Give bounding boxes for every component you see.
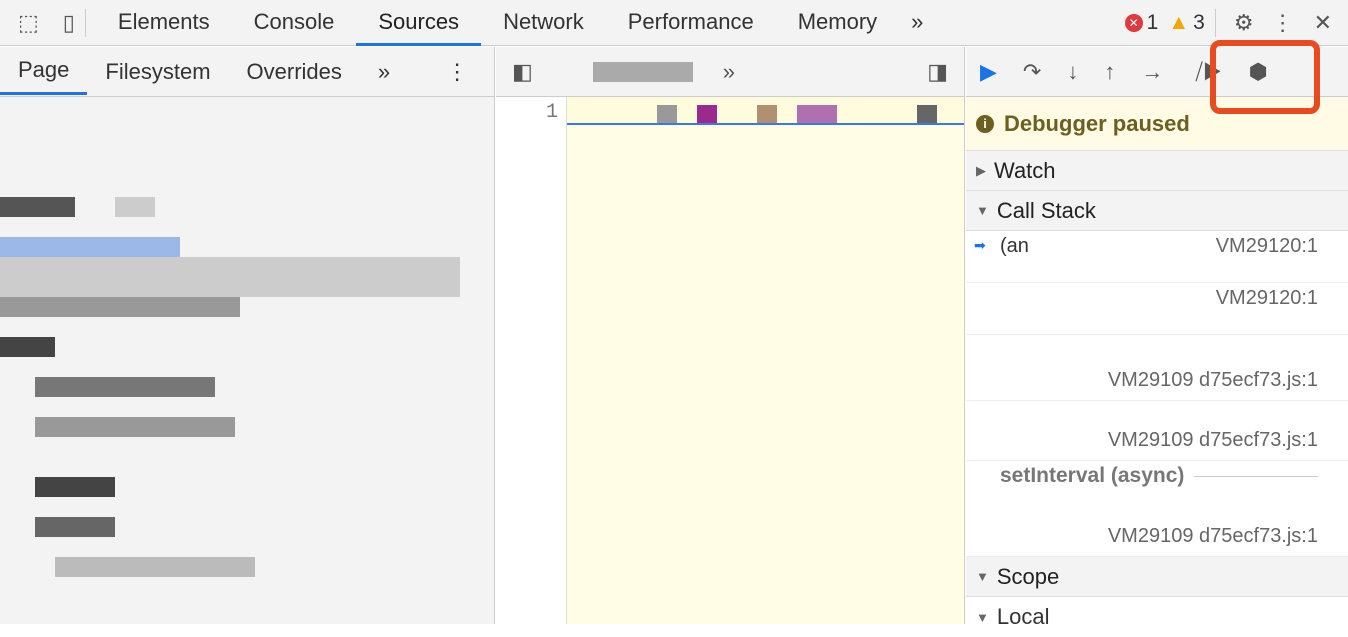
error-count: 1 [1146, 10, 1159, 34]
navigator-panel: Page Filesystem Overrides » ⋮ [0, 47, 495, 624]
more-tabs-button[interactable]: » [899, 0, 935, 46]
call-frame[interactable]: VM29109 d75ecf73.js:1 [966, 401, 1348, 461]
code-area[interactable] [567, 97, 964, 624]
editor-panel: ◧ » ◨ 1 [496, 47, 965, 624]
tab-memory[interactable]: Memory [776, 0, 899, 46]
more-tabs-button[interactable]: » [360, 59, 408, 85]
tab-overrides[interactable]: Overrides [229, 59, 360, 85]
warning-count: 3 [1193, 10, 1205, 34]
local-scope[interactable]: ▼ Local [966, 597, 1348, 637]
line-gutter: 1 [496, 97, 567, 624]
scope-title: Local [996, 604, 1050, 629]
step-out-icon[interactable]: ↑ [1104, 59, 1115, 85]
tab-page[interactable]: Page [0, 48, 88, 95]
more-vert-icon[interactable]: ⋮ [428, 59, 486, 85]
current-frame-icon: ➡ [974, 237, 986, 253]
paused-line [567, 97, 964, 125]
devtools-toolbar: ⬚ ▯ Elements Console Sources Network Per… [0, 0, 1348, 46]
debugger-sidebar: ▶ ↷ ↓ ↑ → ⧸▶ ⬢ i Debugger paused ▶ Watch ▼… [966, 47, 1348, 629]
section-title: Scope [996, 563, 1060, 589]
step-over-icon[interactable]: ↷ [1023, 59, 1041, 85]
more-tabs-button[interactable]: » [723, 59, 735, 85]
tab-elements[interactable]: Elements [96, 0, 232, 46]
frame-function: (an [1000, 235, 1029, 257]
call-frame[interactable]: VM29120:1 [966, 283, 1348, 335]
highlight-box [1210, 40, 1320, 114]
scope-section[interactable]: ▼ Scope [966, 557, 1348, 597]
collapse-icon: ▼ [976, 203, 989, 218]
error-icon: ✕ [1124, 13, 1143, 32]
toggle-debugger-icon[interactable]: ◨ [927, 59, 948, 85]
tab-sources[interactable]: Sources [356, 0, 481, 46]
frame-location[interactable]: VM29109 d75ecf73.js:1 [1108, 369, 1318, 392]
expand-icon: ▶ [976, 162, 986, 178]
close-icon[interactable]: ✕ [1314, 10, 1332, 36]
tab-network[interactable]: Network [481, 0, 606, 46]
frame-location[interactable]: VM29109 d75ecf73.js:1 [1108, 429, 1318, 452]
divider [1214, 8, 1216, 37]
navigator-tabs: Page Filesystem Overrides » ⋮ [0, 47, 494, 97]
file-tab[interactable] [592, 61, 693, 82]
editor-tabs: ◧ » ◨ [496, 47, 964, 97]
tab-performance[interactable]: Performance [606, 0, 776, 46]
step-into-icon[interactable]: ↓ [1067, 59, 1078, 85]
paused-text: Debugger paused [1004, 110, 1190, 136]
collapse-icon: ▼ [976, 609, 989, 625]
settings-icon[interactable]: ⚙ [1234, 10, 1254, 36]
toggle-navigator-icon[interactable]: ◧ [512, 59, 533, 85]
frame-location[interactable]: VM29120:1 [1216, 287, 1318, 310]
resume-icon[interactable]: ▶ [980, 59, 997, 85]
line-number: 1 [545, 101, 558, 124]
more-vert-icon[interactable]: ⋮ [1272, 10, 1294, 36]
issue-counters[interactable]: ✕ 1 ▲ 3 [1124, 10, 1205, 35]
tab-console[interactable]: Console [232, 0, 357, 46]
tab-filesystem[interactable]: Filesystem [87, 59, 228, 85]
file-tree[interactable] [0, 97, 494, 617]
frame-location[interactable]: VM29109 d75ecf73.js:1 [1108, 525, 1318, 548]
step-icon[interactable]: → [1141, 59, 1163, 85]
call-frame[interactable]: VM29109 d75ecf73.js:1 [966, 491, 1348, 557]
call-stack-section[interactable]: ▼ Call Stack [966, 191, 1348, 231]
collapse-icon: ▼ [976, 569, 989, 584]
async-separator: setInterval (async) [966, 461, 1348, 491]
call-frame[interactable]: ➡ (an VM29120:1 [966, 231, 1348, 283]
inspect-icon[interactable]: ⬚ [18, 10, 39, 36]
info-icon: i [976, 114, 994, 133]
device-toggle-icon[interactable]: ▯ [63, 10, 75, 36]
call-frame[interactable]: VM29109 d75ecf73.js:1 [966, 335, 1348, 401]
section-title: Watch [994, 157, 1056, 183]
divider [84, 8, 86, 37]
section-title: Call Stack [996, 197, 1096, 223]
watch-section[interactable]: ▶ Watch [966, 151, 1348, 191]
frame-location[interactable]: VM29120:1 [1216, 235, 1318, 258]
warning-icon: ▲ [1168, 10, 1190, 34]
